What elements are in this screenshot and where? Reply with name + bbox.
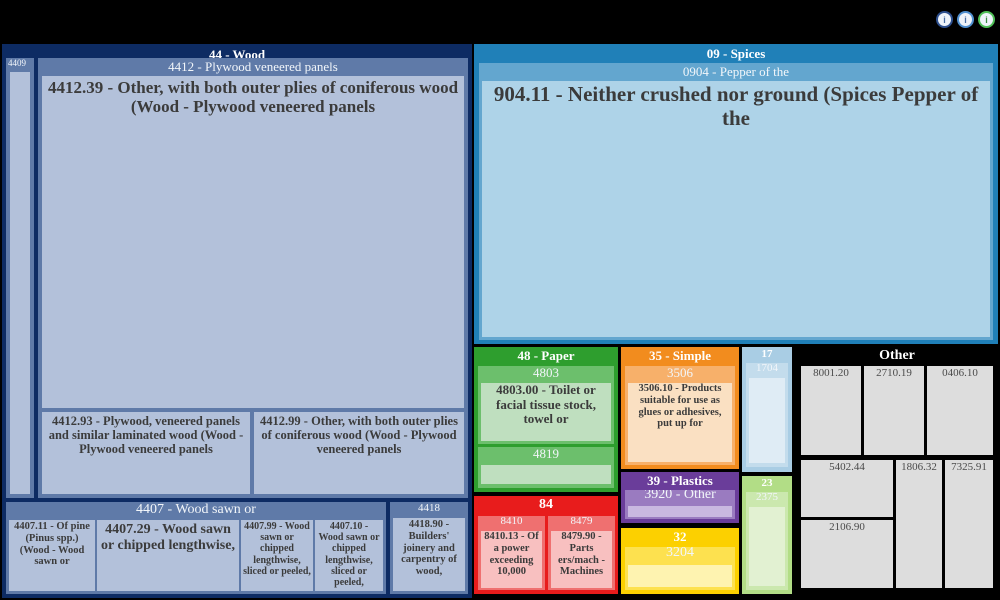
- tile-label-0406-10: 0406.10: [942, 367, 978, 379]
- treemap-leaf-1704[interactable]: [749, 378, 785, 463]
- leaf-label-3506-10: 3506.10 - Products suitable for use as g…: [638, 383, 722, 430]
- leaf-label-8410-13: 8410.13 - Of a power exceeding 10,000: [484, 531, 539, 578]
- treemap-node-3506[interactable]: 3506 3506.10 - Products suitable for use…: [625, 366, 735, 465]
- treemap-node-3204[interactable]: 3204: [625, 547, 735, 590]
- node-header-0904: 0904 - Pepper of the: [682, 65, 790, 79]
- treemap-tile-8001-20[interactable]: 8001.20: [801, 366, 861, 455]
- treemap-node-4803[interactable]: 4803 4803.00 - Toilet or facial tissue s…: [478, 366, 614, 444]
- treemap-node-1704[interactable]: 1704: [746, 363, 788, 467]
- group-header-84: 84: [539, 498, 553, 512]
- group-header-32: 32: [673, 530, 687, 544]
- treemap-leaf-4409[interactable]: [10, 72, 30, 494]
- treemap-leaf-3506-10[interactable]: 3506.10 - Products suitable for use as g…: [628, 383, 732, 462]
- leaf-label-4412-93: 4412.93 - Plywood, veneered panels and s…: [48, 414, 244, 456]
- treemap-group-48-paper[interactable]: 48 - Paper 4803 4803.00 - Toilet or faci…: [474, 347, 618, 492]
- treemap-tile-5402-44[interactable]: 5402.44: [801, 460, 893, 517]
- help-icon[interactable]: i: [957, 11, 974, 28]
- treemap-node-8479[interactable]: 8479 8479.90 - Parts ers/mach - Machines: [548, 516, 615, 590]
- toolbar: i i i: [936, 11, 995, 28]
- node-header-3204: 3204: [666, 547, 694, 560]
- leaf-label-4407-10: 4407.10 - Wood sawn or chipped lengthwis…: [318, 521, 380, 588]
- leaf-label-4412-39: 4412.39 - Other, with both outer plies o…: [47, 78, 459, 117]
- leaf-label-4407-99: 4407.99 - Wood sawn or chipped lengthwis…: [243, 521, 311, 577]
- leaf-label-4407-29: 4407.29 - Wood sawn or chipped lengthwis…: [101, 522, 235, 553]
- node-header-4409: 4409: [8, 59, 26, 68]
- node-header-4407: 4407 - Wood sawn or: [136, 503, 256, 517]
- treemap-leaf-4803-00[interactable]: 4803.00 - Toilet or facial tissue stock,…: [481, 383, 611, 441]
- treemap-tile-0406-10[interactable]: 0406.10: [927, 366, 993, 455]
- node-header-3506: 3506: [667, 366, 693, 380]
- treemap-leaf-8410-13[interactable]: 8410.13 - Of a power exceeding 10,000: [481, 531, 542, 588]
- leaf-label-4407-11: 4407.11 - Of pine (Pinus spp.) (Wood - W…: [14, 521, 90, 568]
- group-header-39: 39 - Plastics: [647, 474, 713, 488]
- treemap-node-4418[interactable]: 4418 4418.90 - Builders' joinery and car…: [390, 502, 468, 594]
- treemap-node-4409[interactable]: 4409: [6, 58, 34, 498]
- node-header-8479: 8479: [570, 516, 593, 527]
- node-header-2375: 2375: [756, 492, 778, 503]
- leaf-label-8479-90: 8479.90 - Parts ers/mach - Machines: [558, 531, 605, 578]
- treemap-leaf-3920[interactable]: [628, 506, 732, 517]
- treemap-leaf-8479-90[interactable]: 8479.90 - Parts ers/mach - Machines: [551, 531, 612, 588]
- treemap-tile-2710-19[interactable]: 2710.19: [864, 366, 924, 455]
- treemap-node-3920[interactable]: 3920 - Other: [625, 490, 735, 519]
- download-icon[interactable]: i: [978, 11, 995, 28]
- treemap-group-17[interactable]: 17 1704: [742, 347, 792, 472]
- treemap-node-0904[interactable]: 0904 - Pepper of the 904.11 - Neither cr…: [479, 63, 993, 340]
- treemap-tile-1806-32[interactable]: 1806.32: [896, 460, 942, 588]
- node-header-3920: 3920 - Other: [644, 490, 716, 502]
- treemap-node-8410[interactable]: 8410 8410.13 - Of a power exceeding 10,0…: [478, 516, 545, 590]
- tile-label-2106-90: 2106.90: [829, 521, 865, 533]
- leaf-label-4412-99: 4412.99 - Other, with both outer plies o…: [260, 414, 458, 456]
- leaf-label-4803-00: 4803.00 - Toilet or facial tissue stock,…: [495, 383, 597, 427]
- treemap-leaf-4412-39[interactable]: 4412.39 - Other, with both outer plies o…: [42, 76, 464, 408]
- treemap-leaf-4407-99[interactable]: 4407.99 - Wood sawn or chipped lengthwis…: [241, 520, 313, 591]
- treemap-group-32[interactable]: 32 3204: [621, 528, 739, 594]
- treemap-tile-2106-90[interactable]: 2106.90: [801, 520, 893, 588]
- treemap-node-4819[interactable]: 4819: [478, 447, 614, 488]
- leaf-label-0904-11: 904.11 - Neither crushed nor ground (Spi…: [493, 83, 979, 130]
- treemap-leaf-4407-10[interactable]: 4407.10 - Wood sawn or chipped lengthwis…: [315, 520, 383, 591]
- treemap-leaf-4819[interactable]: [481, 465, 611, 484]
- treemap-leaf-4412-99[interactable]: 4412.99 - Other, with both outer plies o…: [254, 412, 464, 494]
- treemap-group-39-plastics[interactable]: 39 - Plastics 3920 - Other: [621, 472, 739, 523]
- node-header-1704: 1704: [756, 363, 778, 374]
- node-header-4803: 4803: [533, 366, 559, 380]
- group-header-17: 17: [761, 349, 773, 360]
- treemap-leaf-4407-29[interactable]: 4407.29 - Wood sawn or chipped lengthwis…: [97, 520, 239, 591]
- treemap-leaf-2375[interactable]: [749, 507, 785, 586]
- node-header-8410: 8410: [500, 516, 523, 527]
- treemap-node-2375[interactable]: 2375: [746, 492, 788, 590]
- group-header-09: 09 - Spices: [706, 47, 766, 61]
- treemap-leaf-4412-93[interactable]: 4412.93 - Plywood, veneered panels and s…: [42, 412, 250, 494]
- group-header-23: 23: [761, 478, 773, 489]
- leaf-label-4418-90: 4418.90 - Builders' joinery and carpentr…: [401, 519, 457, 577]
- group-header-48: 48 - Paper: [517, 349, 575, 363]
- treemap-leaf-4407-11[interactable]: 4407.11 - Of pine (Pinus spp.) (Wood - W…: [9, 520, 95, 591]
- node-header-4412: 4412 - Plywood veneered panels: [168, 60, 338, 74]
- treemap-node-4407[interactable]: 4407 - Wood sawn or 4407.11 - Of pine (P…: [6, 502, 386, 594]
- tile-label-1806-32: 1806.32: [901, 461, 937, 473]
- tile-label-7325-91: 7325.91: [951, 461, 987, 473]
- group-header-35: 35 - Simple: [648, 349, 712, 363]
- treemap-canvas: i i i 44 - Wood 4409 4412 - Plywood vene…: [0, 0, 1000, 600]
- treemap-leaf-0904-11[interactable]: 904.11 - Neither crushed nor ground (Spi…: [482, 81, 990, 337]
- treemap-group-84[interactable]: 84 8410 8410.13 - Of a power exceeding 1…: [474, 496, 618, 594]
- treemap-node-4412[interactable]: 4412 - Plywood veneered panels 4412.39 -…: [38, 58, 468, 498]
- tile-label-2710-19: 2710.19: [876, 367, 912, 379]
- info-icon[interactable]: i: [936, 11, 953, 28]
- treemap-leaf-4418-90[interactable]: 4418.90 - Builders' joinery and carpentr…: [393, 518, 465, 591]
- group-header-other: Other: [879, 349, 915, 363]
- treemap-group-35-simple[interactable]: 35 - Simple 3506 3506.10 - Products suit…: [621, 347, 739, 469]
- node-header-4418: 4418: [418, 503, 440, 514]
- tile-label-5402-44: 5402.44: [829, 461, 865, 473]
- tile-label-8001-20: 8001.20: [813, 367, 849, 379]
- treemap-group-09-spices[interactable]: 09 - Spices 0904 - Pepper of the 904.11 …: [474, 44, 998, 344]
- node-header-4819: 4819: [533, 447, 559, 461]
- treemap-group-23[interactable]: 23 2375: [742, 476, 792, 594]
- treemap-tile-7325-91[interactable]: 7325.91: [945, 460, 993, 588]
- treemap-leaf-3204[interactable]: [628, 565, 732, 587]
- treemap-group-other[interactable]: Other 8001.20 2710.19 0406.10 5402.44 21…: [796, 347, 998, 594]
